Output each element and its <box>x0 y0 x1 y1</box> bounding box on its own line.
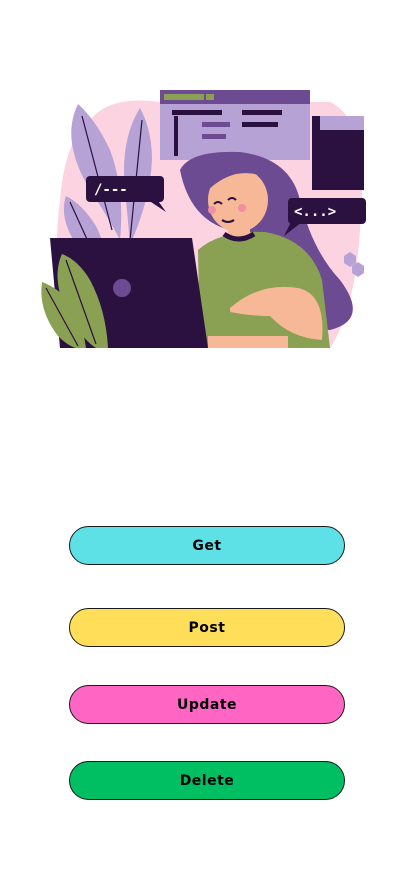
post-button[interactable]: Post <box>69 608 345 647</box>
hero-illustration: /--- <...> <box>30 80 384 348</box>
delete-button[interactable]: Delete <box>69 761 345 800</box>
code-bubble-left-text: /--- <box>94 182 128 198</box>
update-button[interactable]: Update <box>69 685 345 724</box>
developer-illustration: /--- <...> <box>41 90 366 348</box>
get-button[interactable]: Get <box>69 526 345 565</box>
code-bubble-right-text: <...> <box>294 204 336 220</box>
